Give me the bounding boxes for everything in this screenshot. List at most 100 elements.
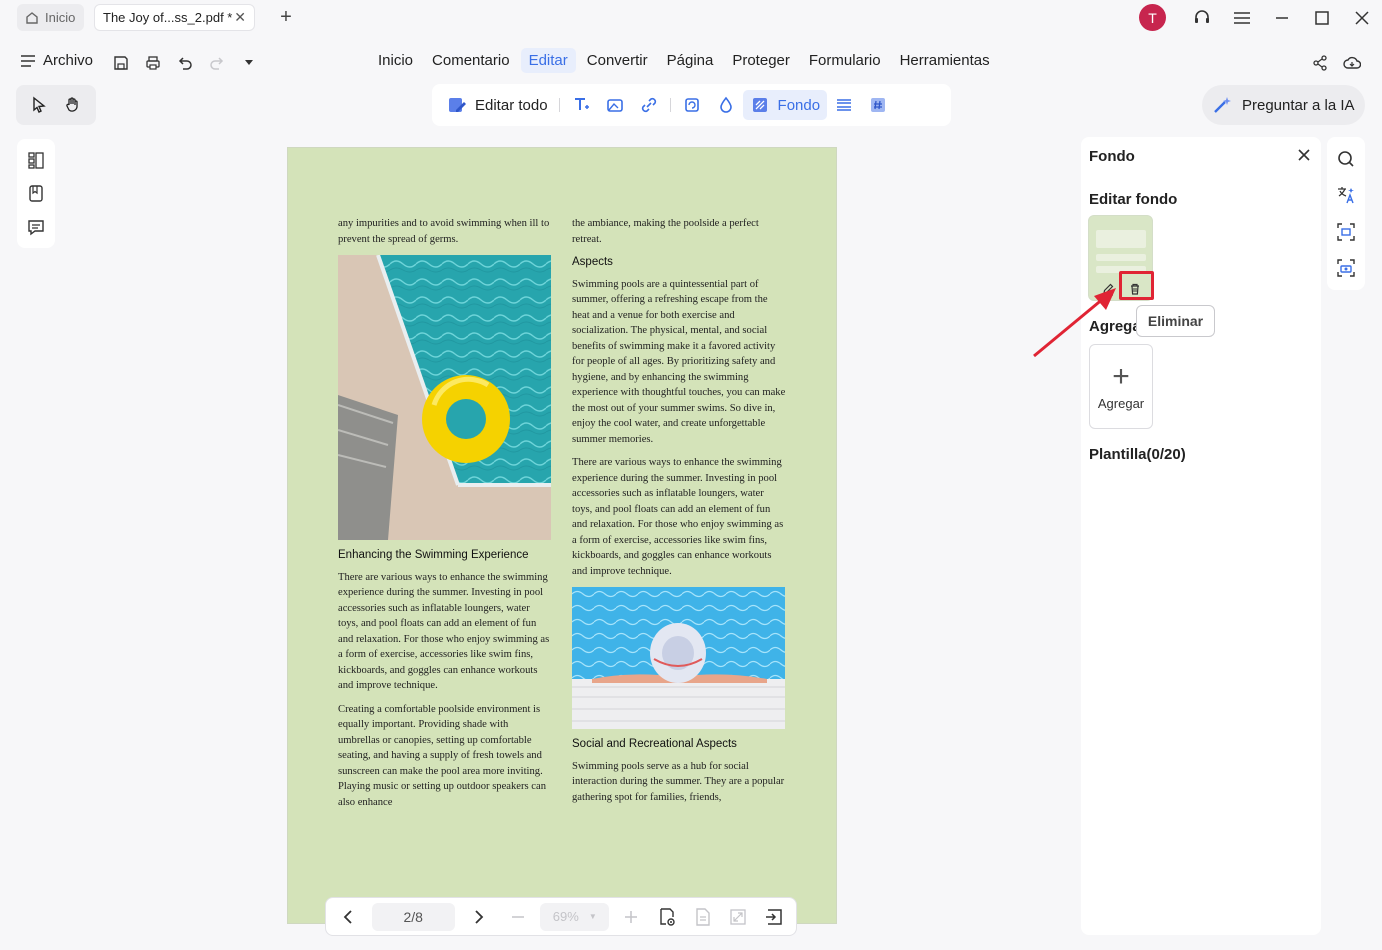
add-text-icon xyxy=(574,98,589,110)
add-text-button[interactable] xyxy=(564,90,598,120)
tab-home[interactable]: Inicio xyxy=(17,4,84,31)
previous-page-icon[interactable] xyxy=(336,905,360,929)
header-footer-button[interactable] xyxy=(827,90,861,120)
select-cursor-icon[interactable] xyxy=(30,96,48,114)
search-icon[interactable] xyxy=(1336,149,1356,169)
thumbnails-icon[interactable] xyxy=(26,150,46,170)
tab-document[interactable]: The Joy of...ss_2.pdf * ✕ xyxy=(94,4,255,31)
left-sidebar xyxy=(17,139,55,248)
menu-herramientas[interactable]: Herramientas xyxy=(892,48,998,73)
right-paragraph-2: There are various ways to enhance the sw… xyxy=(572,457,784,577)
background-panel: Fondo Editar fondo Agregar Eliminar + Ag… xyxy=(1081,137,1321,935)
tab-close-icon[interactable]: ✕ xyxy=(234,9,246,26)
bates-number-icon xyxy=(871,98,886,112)
cloud-icon[interactable] xyxy=(1342,53,1362,73)
ask-ai-button[interactable]: Preguntar a la IA xyxy=(1202,85,1365,125)
reading-mode-icon[interactable] xyxy=(655,905,679,929)
zoom-level-value: 69% xyxy=(552,909,579,924)
zoom-level-select[interactable]: 69% ▼ xyxy=(540,902,610,931)
share-icon[interactable] xyxy=(1310,53,1330,73)
thumbnail-bar xyxy=(1096,254,1146,261)
menu-comentario[interactable]: Comentario xyxy=(424,48,518,73)
title-bar: Inicio The Joy of...ss_2.pdf * ✕ + T xyxy=(0,0,1382,36)
next-page-icon[interactable] xyxy=(467,905,491,929)
redo-icon[interactable] xyxy=(207,53,227,73)
menu-pagina[interactable]: Página xyxy=(659,48,722,73)
thumbnail-bar xyxy=(1096,230,1146,248)
archivo-menu[interactable]: Archivo xyxy=(20,52,93,69)
screenshot-capture-icon[interactable] xyxy=(1336,258,1356,278)
bookmark-icon[interactable] xyxy=(26,183,46,203)
comment-icon[interactable] xyxy=(26,217,46,237)
collapse-panel-icon[interactable] xyxy=(762,905,786,929)
page-number-input[interactable]: 2/8 xyxy=(371,902,455,931)
edit-all-icon xyxy=(449,98,466,112)
add-link-button[interactable] xyxy=(632,90,666,120)
ask-ai-label: Preguntar a la IA xyxy=(1242,96,1355,114)
red-arrow-annotation xyxy=(1033,288,1116,358)
right-column: the ambiance, making the poolside a perf… xyxy=(572,216,786,813)
add-image-icon xyxy=(606,99,623,112)
watermark-button[interactable] xyxy=(709,90,743,120)
panel-title: Fondo xyxy=(1089,148,1135,165)
toolbar-divider xyxy=(669,98,671,112)
delete-tooltip: Eliminar xyxy=(1136,305,1215,337)
main-menu: Inicio Comentario Editar Convertir Págin… xyxy=(370,48,1001,73)
right-paragraph-3: Swimming pools serve as a hub for social… xyxy=(572,760,785,803)
background-button[interactable]: Fondo xyxy=(742,90,828,120)
right-section-heading-1: Aspects xyxy=(572,256,613,268)
add-background-label: Agregar xyxy=(1097,396,1145,411)
new-tab-icon[interactable]: + xyxy=(276,6,296,28)
pool-hat-photo xyxy=(572,587,785,729)
menu-convertir[interactable]: Convertir xyxy=(579,48,656,73)
edit-background-heading: Editar fondo xyxy=(1089,191,1178,208)
left-column: any impurities and to avoid swimming whe… xyxy=(338,216,552,818)
zoom-out-icon[interactable] xyxy=(506,905,530,929)
menu-formulario[interactable]: Formulario xyxy=(801,48,889,73)
minimize-icon[interactable] xyxy=(1271,7,1293,29)
add-image-button[interactable] xyxy=(598,90,632,120)
zoom-caret-icon: ▼ xyxy=(588,912,597,921)
menu-proteger[interactable]: Proteger xyxy=(724,48,798,73)
watermark-icon xyxy=(719,96,732,113)
undo-icon[interactable] xyxy=(175,53,195,73)
ocr-scan-icon[interactable] xyxy=(1336,222,1356,242)
pool-float-photo xyxy=(338,255,551,540)
menu-editar[interactable]: Editar xyxy=(520,48,576,73)
left-paragraph-1: There are various ways to enhance the sw… xyxy=(338,571,550,692)
print-icon[interactable] xyxy=(143,53,163,73)
tab-document-label: The Joy of...ss_2.pdf * xyxy=(103,10,233,25)
home-icon xyxy=(26,11,38,24)
dropdown-caret-icon[interactable] xyxy=(239,53,259,73)
menu-icon[interactable] xyxy=(1231,7,1253,29)
right-tool-rail xyxy=(1327,137,1365,290)
headset-icon[interactable] xyxy=(1191,7,1213,29)
hand-tool-icon[interactable] xyxy=(64,96,82,114)
toolbar-divider xyxy=(558,98,560,112)
bates-number-button[interactable] xyxy=(861,90,895,120)
maximize-icon[interactable] xyxy=(1311,7,1333,29)
left-paragraph-2: Creating a comfortable poolside environm… xyxy=(338,703,547,808)
selection-tools xyxy=(16,85,96,125)
close-window-icon[interactable] xyxy=(1351,7,1373,29)
save-icon[interactable] xyxy=(111,53,131,73)
document-page[interactable]: any impurities and to avoid swimming whe… xyxy=(287,147,837,924)
zoom-in-icon[interactable] xyxy=(619,905,643,929)
single-page-icon[interactable] xyxy=(691,905,715,929)
edit-toolbar: Editar todo Fondo xyxy=(432,84,951,126)
avatar[interactable]: T xyxy=(1139,4,1166,31)
fit-width-icon[interactable] xyxy=(727,905,751,929)
template-heading: Plantilla(0/20) xyxy=(1089,446,1186,463)
translate-icon[interactable] xyxy=(1336,185,1356,205)
edit-all-button[interactable]: Editar todo xyxy=(440,90,555,120)
header-footer-icon xyxy=(837,99,852,111)
right-section-heading-2: Social and Recreational Aspects xyxy=(572,738,737,750)
tool-row: Editar todo Fondo Preguntar a la IA xyxy=(0,84,1382,128)
left-intro-text: any impurities and to avoid swimming whe… xyxy=(338,218,550,245)
right-paragraph-1: Swimming pools are a quintessential part… xyxy=(572,278,786,445)
crop-page-button[interactable] xyxy=(675,90,709,120)
right-intro-text: the ambiance, making the poolside a perf… xyxy=(572,218,759,245)
panel-close-icon[interactable] xyxy=(1295,146,1313,164)
edit-all-label: Editar todo xyxy=(475,96,548,114)
menu-inicio[interactable]: Inicio xyxy=(370,48,421,73)
